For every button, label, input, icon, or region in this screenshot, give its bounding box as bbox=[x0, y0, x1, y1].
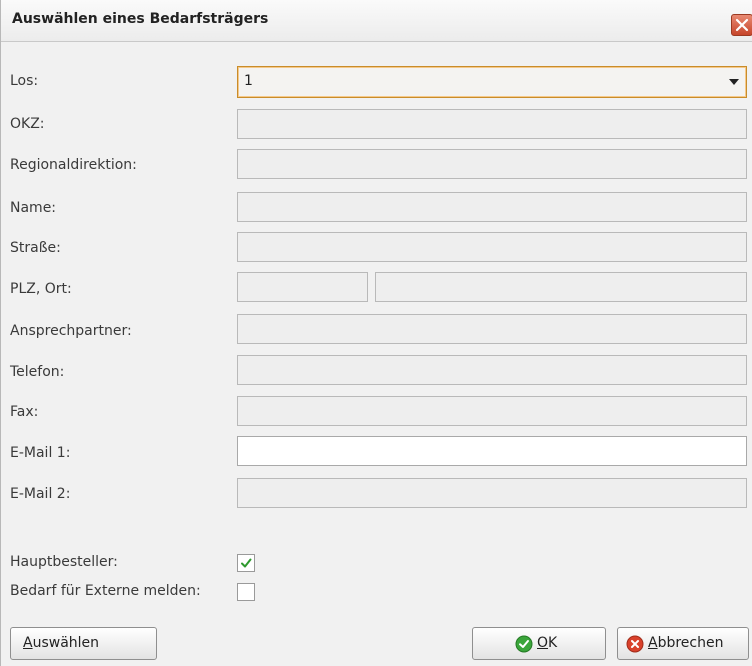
email2-field bbox=[237, 478, 747, 508]
hauptbesteller-checkbox[interactable] bbox=[237, 554, 255, 572]
okz-label: OKZ: bbox=[10, 116, 45, 132]
fax-field bbox=[237, 396, 747, 426]
los-value: 1 bbox=[244, 73, 253, 89]
telefon-label: Telefon: bbox=[10, 364, 65, 380]
ansprechpartner-field bbox=[237, 314, 747, 344]
ok-label: OK bbox=[537, 635, 558, 651]
x-circle-icon bbox=[626, 635, 644, 653]
window-title: Auswählen eines Bedarfsträgers bbox=[12, 11, 269, 27]
email2-label: E-Mail 2: bbox=[10, 486, 71, 502]
auswaehlen-button[interactable]: Auswählen bbox=[10, 627, 157, 660]
regionaldirektion-field bbox=[237, 149, 747, 179]
chevron-down-icon[interactable] bbox=[729, 79, 739, 85]
abbrechen-label: Abbrechen bbox=[648, 635, 724, 651]
auswaehlen-label: Auswählen bbox=[23, 635, 100, 651]
email1-input[interactable] bbox=[237, 436, 747, 466]
ort-field bbox=[375, 272, 747, 302]
title-bar: Auswählen eines Bedarfsträgers bbox=[1, 0, 752, 42]
ansprechpartner-label: Ansprechpartner: bbox=[10, 323, 132, 339]
abbrechen-button[interactable]: Abbrechen bbox=[617, 627, 749, 660]
checkmark-icon bbox=[241, 558, 252, 568]
check-circle-icon bbox=[515, 635, 533, 653]
plz-field bbox=[237, 272, 368, 302]
select-bedarfstraeger-dialog: Auswählen eines Bedarfsträgers Los: 1 OK… bbox=[0, 0, 752, 666]
fax-label: Fax: bbox=[10, 404, 39, 420]
email1-label: E-Mail 1: bbox=[10, 445, 71, 461]
strasse-field bbox=[237, 232, 747, 262]
plz-ort-label: PLZ, Ort: bbox=[10, 281, 72, 297]
name-field bbox=[237, 192, 747, 222]
strasse-label: Straße: bbox=[10, 240, 61, 256]
regionaldirektion-label: Regionaldirektion: bbox=[10, 157, 137, 173]
bedarf-extern-checkbox[interactable] bbox=[237, 583, 255, 601]
telefon-field bbox=[237, 355, 747, 385]
close-button[interactable] bbox=[731, 14, 752, 36]
bedarf-extern-label: Bedarf für Externe melden: bbox=[10, 583, 201, 599]
close-icon bbox=[735, 18, 749, 32]
hauptbesteller-label: Hauptbesteller: bbox=[10, 554, 118, 570]
okz-field bbox=[237, 109, 747, 139]
name-label: Name: bbox=[10, 200, 57, 216]
los-label: Los: bbox=[10, 73, 39, 89]
los-select[interactable]: 1 bbox=[237, 66, 747, 98]
ok-button[interactable]: OK bbox=[472, 627, 606, 660]
